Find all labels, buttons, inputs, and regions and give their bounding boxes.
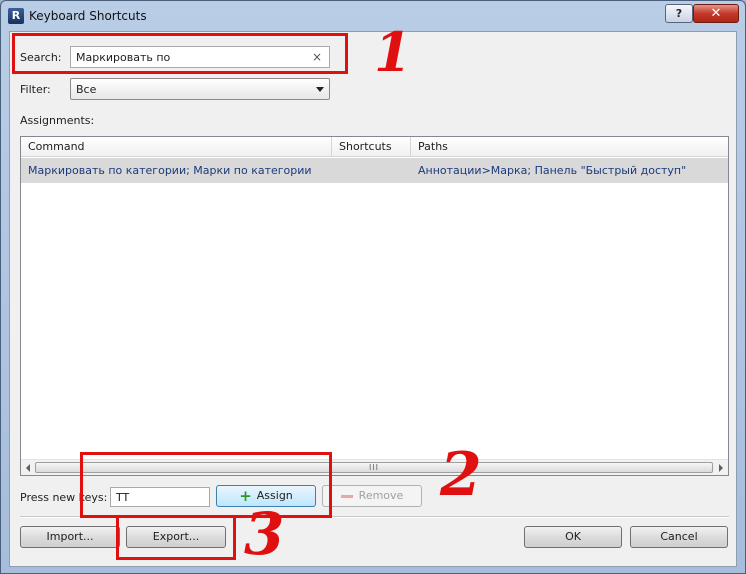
column-header-command[interactable]: Command xyxy=(21,137,332,157)
window-title: Keyboard Shortcuts xyxy=(29,9,147,23)
filter-value: Все xyxy=(76,83,97,96)
annotation-number-3: 3 xyxy=(244,500,285,568)
assignments-label: Assignments: xyxy=(20,114,95,127)
scroll-left-icon[interactable] xyxy=(26,464,30,472)
title-bar: R Keyboard Shortcuts ? ✕ xyxy=(1,1,745,31)
minus-icon xyxy=(340,494,353,498)
cancel-button[interactable]: Cancel xyxy=(630,526,728,548)
annotation-number-1: 1 xyxy=(374,20,412,84)
table-row[interactable]: Маркировать по категории; Марки по катег… xyxy=(21,158,728,183)
cell-command: Маркировать по категории; Марки по катег… xyxy=(28,164,312,177)
chevron-down-icon xyxy=(316,87,324,92)
remove-label: Remove xyxy=(358,489,404,502)
table-header: Command Shortcuts Paths xyxy=(21,137,728,157)
cell-paths: Аннотации>Марка; Панель "Быстрый доступ" xyxy=(418,164,687,177)
column-header-shortcuts[interactable]: Shortcuts xyxy=(332,137,411,157)
column-header-paths[interactable]: Paths xyxy=(411,137,728,157)
annotation-box-3 xyxy=(116,515,236,560)
remove-button[interactable]: Remove xyxy=(322,485,422,507)
annotation-box-2 xyxy=(80,452,332,518)
filter-label: Filter: xyxy=(20,83,51,96)
filter-select[interactable]: Все xyxy=(70,78,330,100)
ok-button[interactable]: OK xyxy=(524,526,622,548)
app-logo-icon: R xyxy=(8,8,24,24)
assignments-table: Command Shortcuts Paths Маркировать по к… xyxy=(20,136,729,476)
annotation-box-1 xyxy=(12,33,348,74)
cell-shortcuts xyxy=(332,158,411,183)
scroll-right-icon[interactable] xyxy=(719,464,723,472)
help-button[interactable]: ? xyxy=(665,4,693,23)
annotation-number-2: 2 xyxy=(440,440,482,510)
import-button[interactable]: Import... xyxy=(20,526,120,548)
close-button[interactable]: ✕ xyxy=(693,4,739,23)
